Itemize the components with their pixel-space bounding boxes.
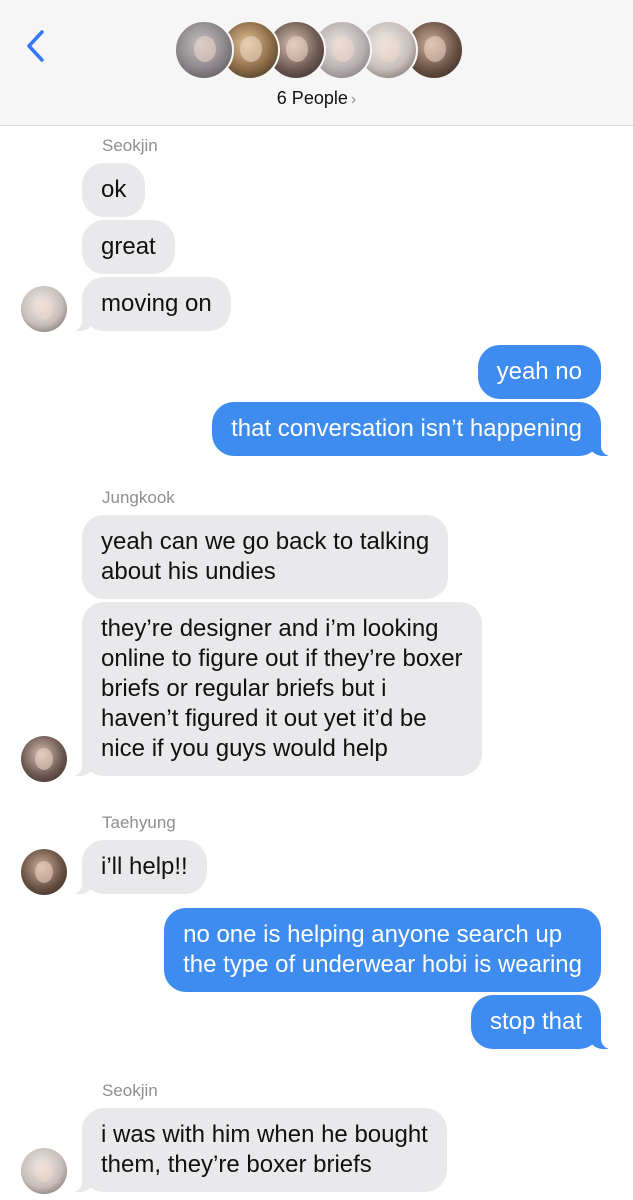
incoming-message: i’ll help!!	[72, 840, 207, 894]
people-count-label: 6 People	[276, 88, 348, 108]
avatar	[21, 1148, 67, 1194]
group-members-button[interactable]: 6 People ›	[0, 88, 633, 109]
avatar	[21, 849, 67, 895]
incoming-message: great	[82, 220, 175, 274]
avatar	[21, 736, 67, 782]
sender-name: Jungkook	[102, 488, 175, 507]
avatar	[174, 20, 234, 80]
sender-name: Seokjin	[102, 136, 158, 155]
incoming-message: yeah can we go back to talking about his …	[82, 515, 449, 599]
incoming-message: they’re designer and i’m looking online …	[72, 602, 482, 776]
back-chevron-icon[interactable]	[22, 28, 52, 64]
outgoing-message: yeah no	[477, 345, 601, 399]
incoming-message: i was with him when he bought them, they’…	[72, 1108, 447, 1192]
conversation-header: 6 People ›	[0, 0, 633, 126]
chevron-right-icon: ›	[350, 91, 357, 108]
avatar	[21, 286, 67, 332]
outgoing-message: no one is helping anyone search up the ty…	[164, 908, 601, 992]
incoming-message: moving on	[72, 277, 231, 331]
sender-name: Seokjin	[102, 1081, 158, 1100]
sender-name: Taehyung	[102, 813, 176, 832]
outgoing-message: that conversation isn’t happening	[212, 402, 611, 456]
outgoing-message: stop that	[470, 995, 612, 1049]
incoming-message: ok	[82, 163, 146, 217]
group-avatars[interactable]	[174, 20, 464, 82]
